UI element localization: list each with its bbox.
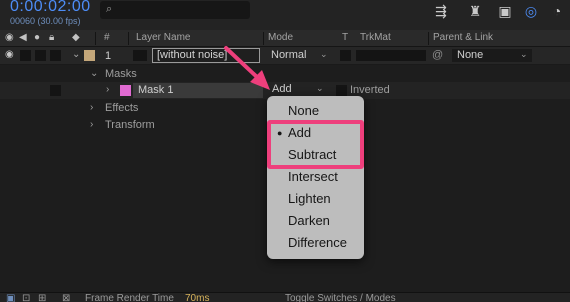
composition-flowchart-icon[interactable]: ⇶: [430, 3, 452, 21]
frame-render-value: 70ms: [185, 293, 210, 302]
column-trkmat[interactable]: TrkMat: [360, 32, 391, 43]
menu-item-darken[interactable]: Darken: [267, 210, 364, 232]
search-box[interactable]: ⌕: [100, 1, 250, 19]
keyframe-icon[interactable]: ⊠: [62, 293, 70, 302]
layer-name-field[interactable]: [without noise]: [152, 48, 260, 63]
menu-item-add[interactable]: ● Add: [267, 122, 364, 144]
layer-mode-dropdown[interactable]: Normal: [271, 49, 306, 61]
pick-whip-icon[interactable]: @: [432, 49, 443, 61]
menu-item-none[interactable]: None: [267, 100, 364, 122]
mask-inverted-label: Inverted: [350, 84, 390, 96]
mask-name-field[interactable]: Mask 1: [133, 83, 263, 98]
layer-visibility-eye-icon[interactable]: ◉: [5, 49, 14, 60]
frame-blending-icon[interactable]: ◎: [520, 3, 542, 21]
chevron-down-icon[interactable]: ⌄: [320, 49, 328, 60]
toggle-switches-modes-button[interactable]: Toggle Switches / Modes: [285, 293, 396, 302]
chevron-down-icon[interactable]: ⌄: [520, 49, 528, 60]
column-divider: [128, 32, 129, 45]
layer-row[interactable]: ◉ ⌄ 1 [without noise] Normal ⌄ @ None ⌄: [0, 47, 570, 65]
menu-item-add-label: Add: [288, 125, 312, 140]
expand-panel-icon[interactable]: ⊡: [22, 293, 30, 302]
column-divider: [263, 32, 264, 45]
column-layer-name[interactable]: Layer Name: [136, 32, 190, 43]
column-parent-link[interactable]: Parent & Link: [433, 32, 493, 43]
lock-icon[interactable]: 🔒︎: [49, 32, 54, 43]
render-queue-icon[interactable]: ▣: [6, 293, 15, 302]
effects-group-label[interactable]: Effects: [105, 102, 138, 114]
layer-index: 1: [105, 50, 112, 62]
motion-blur-icon[interactable]: ◔: [546, 3, 568, 21]
search-icon: ⌕: [106, 3, 113, 15]
masks-group-label[interactable]: Masks: [105, 68, 137, 80]
video-eye-icon[interactable]: ◉: [5, 32, 14, 43]
column-divider: [95, 32, 96, 45]
frame-count-fps: 00060 (30.00 fps): [10, 16, 81, 26]
draft-3d-icon[interactable]: ♜: [464, 3, 486, 21]
mask-lock-switch[interactable]: [50, 85, 61, 96]
menu-item-lighten[interactable]: Lighten: [267, 188, 364, 210]
audio-icon[interactable]: ◀: [19, 32, 27, 43]
parent-value: None: [457, 49, 484, 61]
column-number[interactable]: #: [104, 32, 110, 43]
effects-twirl-chevron-icon[interactable]: ›: [90, 102, 93, 113]
column-mode[interactable]: Mode: [268, 32, 293, 43]
frame-render-label: Frame Render Time: [85, 293, 174, 302]
chevron-down-icon[interactable]: ⌄: [316, 83, 324, 94]
preserve-transparency-switch[interactable]: [340, 50, 351, 61]
parent-dropdown[interactable]: None ⌄: [452, 49, 532, 62]
mask-mode-menu: None ● Add Subtract Intersect Lighten Da…: [267, 96, 364, 259]
solo-switch[interactable]: [35, 50, 46, 61]
column-t[interactable]: T: [342, 32, 348, 43]
layer-source-icon: [133, 50, 147, 61]
transform-group-label[interactable]: Transform: [105, 119, 155, 131]
menu-item-difference[interactable]: Difference: [267, 232, 364, 254]
column-header-row: ◉ ◀ ● 🔒︎ ◆ # Layer Name Mode T TrkMat Pa…: [0, 30, 570, 47]
label-tag-icon[interactable]: ◆: [72, 32, 80, 43]
transform-twirl-chevron-icon[interactable]: ›: [90, 119, 93, 130]
hide-shy-layers-icon[interactable]: ▣: [494, 3, 516, 21]
twirl-open-chevron-icon[interactable]: ⌄: [72, 49, 80, 60]
timeline-toolbar: 0:00:02:00 00060 (30.00 fps) ⌕ ⇶ ♜ ▣ ◎ ◔: [0, 0, 570, 32]
layer-label-color[interactable]: [84, 50, 95, 61]
search-input[interactable]: [122, 3, 242, 17]
current-time-display[interactable]: 0:00:02:00: [10, 0, 91, 16]
mask-mode-dropdown[interactable]: Add: [272, 83, 292, 95]
lock-switch[interactable]: [50, 50, 61, 61]
masks-twirl-chevron-icon[interactable]: ⌄: [90, 68, 98, 79]
trkmat-dropdown[interactable]: [356, 50, 426, 61]
timeline-status-bar: ▣ ⊡ ⊞ ⊠ Frame Render Time 70ms Toggle Sw…: [0, 292, 570, 302]
selected-bullet-icon: ●: [277, 128, 283, 138]
column-divider: [428, 32, 429, 45]
solo-icon[interactable]: ●: [34, 32, 40, 43]
menu-item-intersect[interactable]: Intersect: [267, 166, 364, 188]
audio-switch[interactable]: [20, 50, 31, 61]
frame-timing-icon[interactable]: ⊞: [38, 293, 46, 302]
mask-twirl-chevron-icon[interactable]: ›: [106, 84, 109, 95]
mask-color-swatch[interactable]: [120, 85, 131, 96]
mask-inverted-checkbox[interactable]: [336, 85, 347, 96]
menu-item-subtract[interactable]: Subtract: [267, 144, 364, 166]
